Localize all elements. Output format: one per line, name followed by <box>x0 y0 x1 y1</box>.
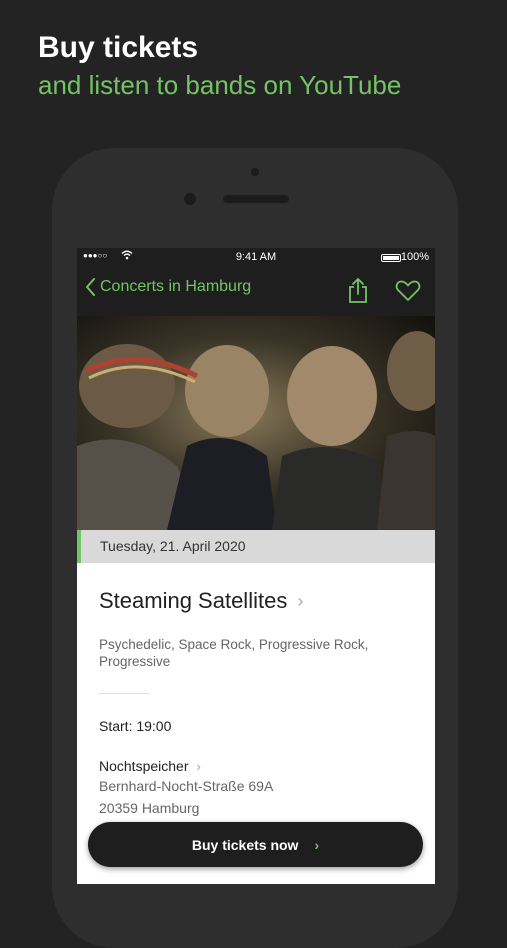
chevron-left-icon <box>86 278 95 296</box>
heart-icon[interactable] <box>395 280 421 307</box>
promo-title: Buy tickets <box>38 31 199 64</box>
venue-name: Nochtspeicher <box>99 758 189 774</box>
venue-address-street: Bernhard-Nocht-Straße 69A <box>99 778 274 794</box>
chevron-right-icon: › <box>314 836 320 853</box>
event-date-bar: Tuesday, 21. April 2020 <box>77 530 435 563</box>
back-label: Concerts in Hamburg <box>100 278 252 295</box>
phone-camera <box>184 193 196 205</box>
divider <box>99 693 149 694</box>
event-start-time: Start: 19:00 <box>99 718 172 734</box>
back-button[interactable]: Concerts in Hamburg <box>85 278 251 296</box>
status-bar: ●●●○○ 9:41 AM 100% <box>77 248 435 268</box>
battery-percent: 100% <box>400 251 429 263</box>
nav-bar: Concerts in Hamburg <box>77 268 435 316</box>
phone-sensor <box>251 168 259 176</box>
chevron-right-icon: › <box>196 758 201 774</box>
event-title-link[interactable]: Steaming Satellites › <box>99 588 303 614</box>
promo-headline: Buy tickets and listen to bands on YouTu… <box>38 28 401 102</box>
buy-tickets-label: Buy tickets now <box>191 836 299 853</box>
event-title: Steaming Satellites <box>99 588 288 613</box>
promo-subtitle: and listen to bands on YouTube <box>38 70 402 100</box>
band-photo <box>77 316 435 530</box>
venue-link[interactable]: Nochtspeicher › <box>99 758 201 774</box>
buy-tickets-button[interactable]: Buy tickets now › <box>88 822 423 867</box>
event-genres: Psychedelic, Space Rock, Progressive Roc… <box>99 637 369 669</box>
app-screen: ●●●○○ 9:41 AM 100% Concerts in Hamburg T… <box>77 248 435 884</box>
battery-icon <box>381 254 401 262</box>
share-icon[interactable] <box>347 277 369 309</box>
chevron-right-icon: › <box>297 590 304 611</box>
phone-speaker <box>223 195 289 203</box>
venue-address-city: 20359 Hamburg <box>99 800 200 816</box>
